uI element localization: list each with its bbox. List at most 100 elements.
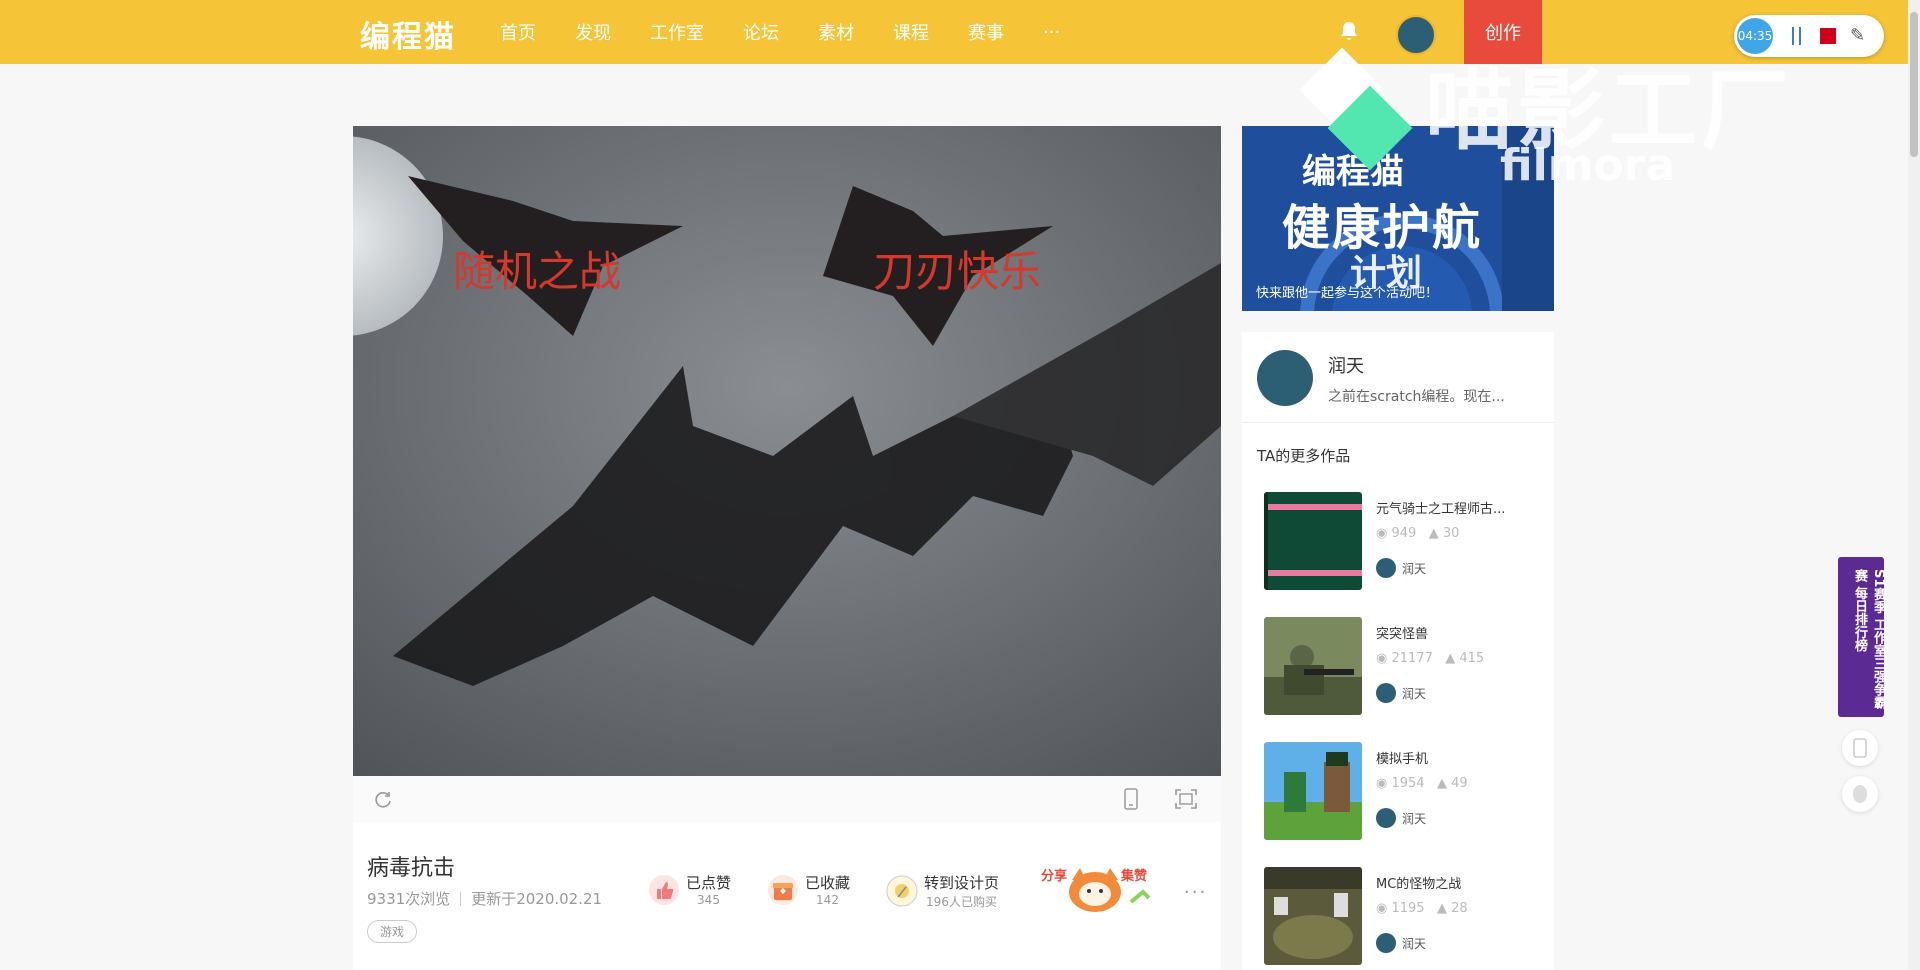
work-item-author-name: 润天 [1402, 561, 1427, 576]
author-name[interactable]: 润天 [1328, 352, 1364, 378]
game-label-blade-fun: 刀刃快乐 [873, 247, 1041, 296]
work-item-views: 1195 [1391, 901, 1425, 916]
site-logo[interactable]: 编程猫 [360, 12, 456, 56]
more-work-item[interactable]: 突突怪兽 ◉ 21177 ▲ 415 润天 [1264, 617, 1544, 717]
thumbs-up-icon: ▲ [1445, 651, 1456, 666]
svg-text:分享: 分享 [1041, 868, 1067, 884]
work-item-author: 润天 [1376, 933, 1426, 953]
work-item-author: 润天 [1376, 558, 1426, 578]
tablet-icon [1853, 738, 1867, 758]
nav-item-discover[interactable]: 发现 [575, 19, 611, 45]
nav-item-home[interactable]: 首页 [500, 19, 536, 45]
design-purchase-count: 196人已购买 [926, 895, 997, 909]
nav-item-studio[interactable]: 工作室 [650, 19, 704, 45]
player-control-bar [353, 776, 1221, 823]
work-item-stats: ◉ 1954 ▲ 49 [1376, 776, 1468, 791]
work-item-views: 949 [1391, 526, 1417, 541]
fullscreen-icon[interactable] [1175, 789, 1197, 809]
thumbs-up-icon: ▲ [1436, 901, 1447, 916]
mini-avatar [1376, 808, 1396, 828]
work-item-author: 润天 [1376, 808, 1426, 828]
like-count: 345 [697, 893, 720, 907]
eye-icon: ◉ [1376, 776, 1388, 791]
more-work-item[interactable]: MC的怪物之战 ◉ 1195 ▲ 28 润天 [1264, 867, 1544, 967]
game-label-random-battle: 随机之战 [453, 247, 621, 296]
nav-item-materials[interactable]: 素材 [818, 19, 854, 45]
work-meta: 9331次浏览 更新于2020.02.21 [367, 888, 602, 909]
design-page-icon [886, 875, 918, 907]
work-info-panel: 病毒抗击 9331次浏览 更新于2020.02.21 游戏 已点赞 345 已收藏 1… [353, 822, 1221, 970]
work-thumbnail [1264, 867, 1362, 965]
work-item-title: 突突怪兽 [1376, 627, 1429, 642]
scrollbar-thumb[interactable] [1910, 12, 1918, 157]
pause-icon[interactable] [1792, 27, 1801, 45]
work-item-likes: 30 [1442, 526, 1460, 541]
work-item-likes: 28 [1451, 901, 1468, 916]
eye-icon: ◉ [1376, 651, 1388, 666]
work-item-stats: ◉ 1195 ▲ 28 [1376, 901, 1468, 916]
game-player-stage[interactable]: 随机之战 刀刃快乐 [353, 126, 1221, 776]
stop-icon[interactable] [1820, 28, 1836, 44]
work-item-author: 润天 [1376, 683, 1426, 703]
banner-caption: 快来跟他一起参与这个活动吧！ [1256, 286, 1439, 301]
work-item-author-name: 润天 [1402, 811, 1427, 826]
gift-box-icon [768, 874, 798, 905]
work-item-title: MC的怪物之战 [1376, 877, 1462, 892]
view-count: 9331次浏览 [367, 890, 451, 908]
work-item-title: 模拟手机 [1376, 752, 1429, 767]
more-work-item[interactable]: 元气骑士之工程师古... ◉ 949 ▲ 30 润天 [1264, 492, 1544, 592]
bell-icon[interactable] [1337, 20, 1361, 44]
eye-icon: ◉ [1376, 901, 1388, 916]
work-item-likes: 49 [1451, 776, 1468, 791]
work-item-stats: ◉ 949 ▲ 30 [1376, 526, 1459, 541]
svg-text:集赞: 集赞 [1120, 868, 1147, 884]
work-item-likes: 415 [1459, 651, 1485, 666]
watermark-subtext: filmora [1500, 140, 1676, 191]
work-item-author-name: 润天 [1402, 936, 1427, 951]
divider [1242, 422, 1554, 423]
favorite-label: 已收藏 [805, 874, 851, 892]
favorite-button[interactable]: 已收藏 142 [767, 872, 850, 907]
penguin-icon [1853, 785, 1867, 803]
favorite-count: 142 [816, 893, 839, 907]
nav-item-contests[interactable]: 赛事 [968, 19, 1004, 45]
more-options-icon[interactable]: ··· [1184, 882, 1207, 903]
like-label: 已点赞 [686, 874, 732, 892]
more-works-heading: TA的更多作品 [1257, 447, 1351, 465]
work-item-views: 1954 [1391, 776, 1425, 791]
work-thumbnail [1264, 742, 1362, 840]
qq-float-button[interactable] [1842, 776, 1878, 812]
thumbs-up-icon: ▲ [1436, 776, 1447, 791]
mini-avatar [1376, 558, 1396, 578]
meta-divider [460, 892, 462, 906]
share-collect-likes-icon[interactable]: 分享 集赞 [1039, 862, 1151, 914]
like-button[interactable]: 已点赞 345 [648, 872, 731, 907]
mini-avatar [1376, 933, 1396, 953]
work-item-author-name: 润天 [1402, 686, 1427, 701]
nav-item-forum[interactable]: 论坛 [743, 19, 779, 45]
refresh-icon[interactable] [373, 789, 393, 809]
nav-item-courses[interactable]: 课程 [893, 19, 929, 45]
mobile-preview-icon[interactable] [1123, 788, 1139, 810]
float-banner-text: S1赛季 工作室三强争霸赛 每日排行榜 [1852, 569, 1886, 709]
thumbs-up-icon: ▲ [1428, 526, 1439, 541]
main-nav: 首页 发现 工作室 论坛 素材 课程 赛事 ··· [500, 0, 1099, 64]
game-scene-image: 随机之战 刀刃快乐 [353, 126, 1221, 776]
work-thumbnail [1264, 617, 1362, 715]
work-item-views: 21177 [1391, 651, 1433, 666]
mobile-float-button[interactable] [1842, 730, 1878, 766]
design-label: 转到设计页 [924, 874, 1000, 892]
go-to-design-button[interactable]: 转到设计页 196人已购买 [886, 872, 999, 910]
author-card: 润天 之前在scratch编程。现在... TA的更多作品 元气骑士之工程师古.… [1242, 332, 1554, 970]
author-bio: 之前在scratch编程。现在... [1328, 389, 1505, 405]
page-scrollbar[interactable] [1908, 0, 1920, 970]
work-thumbnail [1264, 492, 1362, 590]
eye-icon: ◉ [1376, 526, 1388, 541]
more-work-item[interactable]: 模拟手机 ◉ 1954 ▲ 49 润天 [1264, 742, 1544, 842]
author-avatar[interactable] [1257, 350, 1313, 406]
pen-icon[interactable]: ✎ [1850, 25, 1865, 46]
category-tag[interactable]: 游戏 [367, 920, 418, 943]
nav-more-icon[interactable]: ··· [1043, 22, 1060, 43]
studio-contest-float-banner[interactable]: S1赛季 工作室三强争霸赛 每日排行榜 [1838, 557, 1886, 717]
work-title: 病毒抗击 [367, 856, 456, 881]
